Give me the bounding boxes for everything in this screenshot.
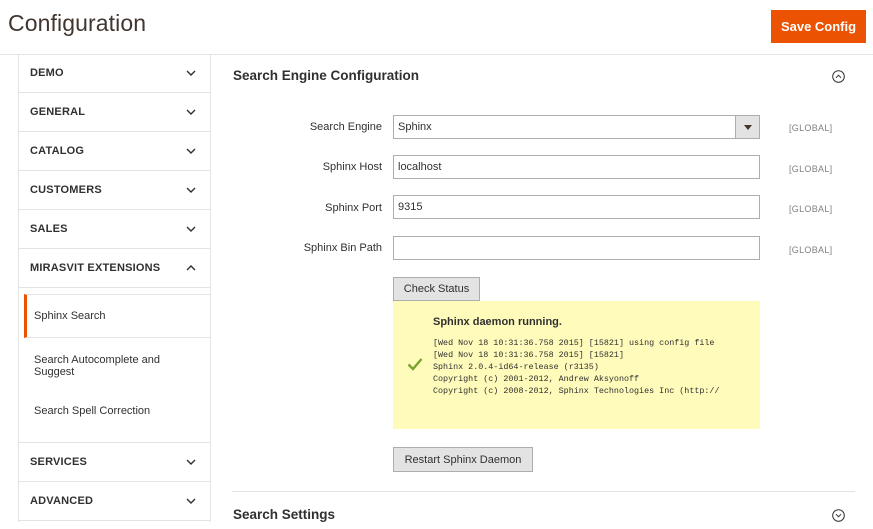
sidebar-item-search-autocomplete[interactable]: Search Autocomplete and Suggest [24,346,174,386]
search-engine-label: Search Engine [309,121,382,133]
sidebar-item-label: Sphinx Search [34,310,106,322]
chevron-down-icon [186,148,196,154]
search-engine-select[interactable]: Sphinx [393,115,760,139]
log-line: Copyright (c) 2008-2012, Sphinx Technolo… [433,386,720,396]
log-line: [Wed Nov 18 10:31:36.758 2015] [15821] [433,350,624,360]
chevron-down-icon [186,187,196,193]
status-title: Sphinx daemon running. [433,316,562,328]
sidebar-section-sales[interactable]: SALES [19,210,210,249]
chevron-down-icon [186,498,196,504]
sidebar-section-services[interactable]: SERVICES [19,443,210,482]
sidebar-section-label: SALES [30,223,68,235]
sidebar-section-label: GENERAL [30,106,86,118]
check-status-button[interactable]: Check Status [393,277,480,301]
page-title: Configuration [8,10,147,36]
chevron-down-icon [186,226,196,232]
sidebar-section-label: SERVICES [30,456,88,468]
save-config-button[interactable]: Save Config [771,10,866,43]
search-engine-value: Sphinx [398,121,432,133]
sphinx-host-input[interactable]: localhost [393,155,760,179]
sidebar-item-sphinx-search[interactable]: Sphinx Search [24,294,211,338]
sidebar-section-label: DEMO [30,67,64,79]
sidebar-section-label: CUSTOMERS [30,184,102,196]
sidebar-section-demo[interactable]: DEMO [19,54,210,93]
mirasvit-subitems: Sphinx Search Search Autocomplete and Su… [19,288,211,443]
chevron-down-icon [186,109,196,115]
sphinx-bin-path-input[interactable] [393,236,760,260]
checkmark-icon [407,358,423,371]
sphinx-port-label: Sphinx Port [325,202,382,214]
scope-label: [GLOBAL] [789,204,833,214]
scope-label: [GLOBAL] [789,123,833,133]
sidebar-item-label: Search Autocomplete and Suggest [34,354,160,378]
status-message-box: Sphinx daemon running. [Wed Nov 18 10:31… [393,301,760,429]
section-title-search-engine-configuration[interactable]: Search Engine Configuration [233,68,419,83]
sphinx-bin-path-label: Sphinx Bin Path [303,242,382,254]
chevron-down-icon [186,70,196,76]
sidebar-section-mirasvit-extensions[interactable]: MIRASVIT EXTENSIONS [19,249,210,288]
log-line: Copyright (c) 2001-2012, Andrew Aksyonof… [433,374,640,384]
scope-label: [GLOBAL] [789,245,833,255]
sidebar-section-catalog[interactable]: CATALOG [19,132,210,171]
sidebar-section-label: ADVANCED [30,495,94,507]
section-divider [232,491,855,492]
sphinx-host-label: Sphinx Host [322,161,382,173]
sphinx-host-value: localhost [398,161,442,173]
sidebar-section-label: MIRASVIT EXTENSIONS [30,262,161,274]
expand-circle-icon[interactable] [832,509,845,522]
sidebar-section-general[interactable]: GENERAL [19,93,210,132]
scope-label: [GLOBAL] [789,164,833,174]
sphinx-port-value: 9315 [398,201,423,213]
collapse-circle-icon[interactable] [832,70,845,83]
sidebar-section-label: CATALOG [30,145,85,157]
log-line: Sphinx 2.0.4-id64-release (r3135) [433,362,599,372]
select-arrow-icon [735,116,759,138]
sidebar-item-search-spell-correction[interactable]: Search Spell Correction [24,394,211,428]
sidebar-section-customers[interactable]: CUSTOMERS [19,171,210,210]
sphinx-port-input[interactable]: 9315 [393,195,760,219]
sidebar-section-advanced[interactable]: ADVANCED [19,482,210,521]
sidebar-item-label: Search Spell Correction [34,405,151,417]
section-title-search-settings[interactable]: Search Settings [233,507,335,522]
restart-sphinx-daemon-button[interactable]: Restart Sphinx Daemon [393,447,533,472]
chevron-down-icon [186,459,196,465]
config-sidebar: DEMO GENERAL CATALOG CUSTOMERS SALES MIR… [18,54,211,522]
chevron-up-icon [186,265,196,271]
log-line: [Wed Nov 18 10:31:36.758 2015] [15821] u… [433,338,715,348]
status-log: [Wed Nov 18 10:31:36.758 2015] [15821] u… [433,337,730,397]
